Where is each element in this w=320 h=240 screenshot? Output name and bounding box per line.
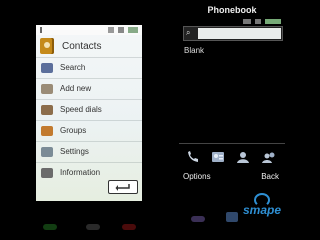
call-key[interactable] bbox=[43, 224, 57, 230]
watermark-logo: smape bbox=[243, 203, 282, 217]
search-icon: ⌕ bbox=[186, 28, 191, 37]
menu-item-label: Speed dials bbox=[60, 105, 102, 114]
back-button[interactable] bbox=[108, 180, 138, 194]
groups-icon bbox=[41, 126, 53, 136]
header: Contacts bbox=[36, 35, 142, 57]
back-button[interactable]: Back bbox=[261, 172, 279, 181]
menu-item-label: Information bbox=[60, 168, 101, 177]
page-title: Phonebook bbox=[207, 5, 257, 15]
menu-item-speed-dials[interactable]: Speed dials bbox=[36, 99, 142, 120]
menu-item-settings[interactable]: Settings bbox=[36, 141, 142, 162]
contacts-screen: Contacts Search Add new Speed dials Grou… bbox=[36, 25, 142, 201]
search-icon bbox=[41, 63, 53, 73]
settings-icon bbox=[41, 147, 53, 157]
end-key[interactable] bbox=[122, 224, 136, 230]
phonebook-screen: Phonebook ⌕ Blank Options Back bbox=[179, 0, 285, 192]
softkey-bar: Options Back bbox=[179, 170, 285, 184]
menu-item-label: Groups bbox=[60, 126, 87, 135]
menu-item-label: Add new bbox=[60, 84, 92, 93]
add-contact-icon bbox=[41, 84, 53, 94]
menu-item-add-new[interactable]: Add new bbox=[36, 78, 142, 99]
call-icon[interactable] bbox=[185, 149, 201, 165]
menu-item-label: Settings bbox=[60, 147, 89, 156]
menu-item-search[interactable]: Search bbox=[36, 57, 142, 78]
options-button[interactable]: Options bbox=[183, 172, 211, 181]
shortcut-bar bbox=[179, 147, 285, 167]
menu-item-label: Search bbox=[60, 63, 86, 72]
speed-dial-icon bbox=[41, 105, 53, 115]
contact-card-icon[interactable] bbox=[210, 149, 226, 165]
contact-icon[interactable] bbox=[235, 149, 251, 165]
search-box[interactable]: ⌕ bbox=[183, 26, 283, 41]
menu-key[interactable] bbox=[86, 224, 100, 230]
back-arrow-icon bbox=[115, 184, 130, 191]
contacts-icon bbox=[40, 38, 54, 54]
group-icon[interactable] bbox=[261, 149, 277, 165]
search-input[interactable] bbox=[198, 28, 281, 39]
page-title: Contacts bbox=[62, 41, 102, 52]
list-item[interactable]: Blank bbox=[184, 46, 204, 55]
status-icons bbox=[108, 27, 138, 33]
home-key[interactable] bbox=[226, 212, 238, 222]
call-key[interactable] bbox=[191, 216, 205, 222]
status-bar bbox=[36, 25, 142, 35]
signal-icon bbox=[40, 27, 50, 33]
info-icon bbox=[41, 168, 53, 178]
menu-item-groups[interactable]: Groups bbox=[36, 120, 142, 141]
status-icons bbox=[243, 19, 281, 24]
divider bbox=[179, 143, 285, 144]
